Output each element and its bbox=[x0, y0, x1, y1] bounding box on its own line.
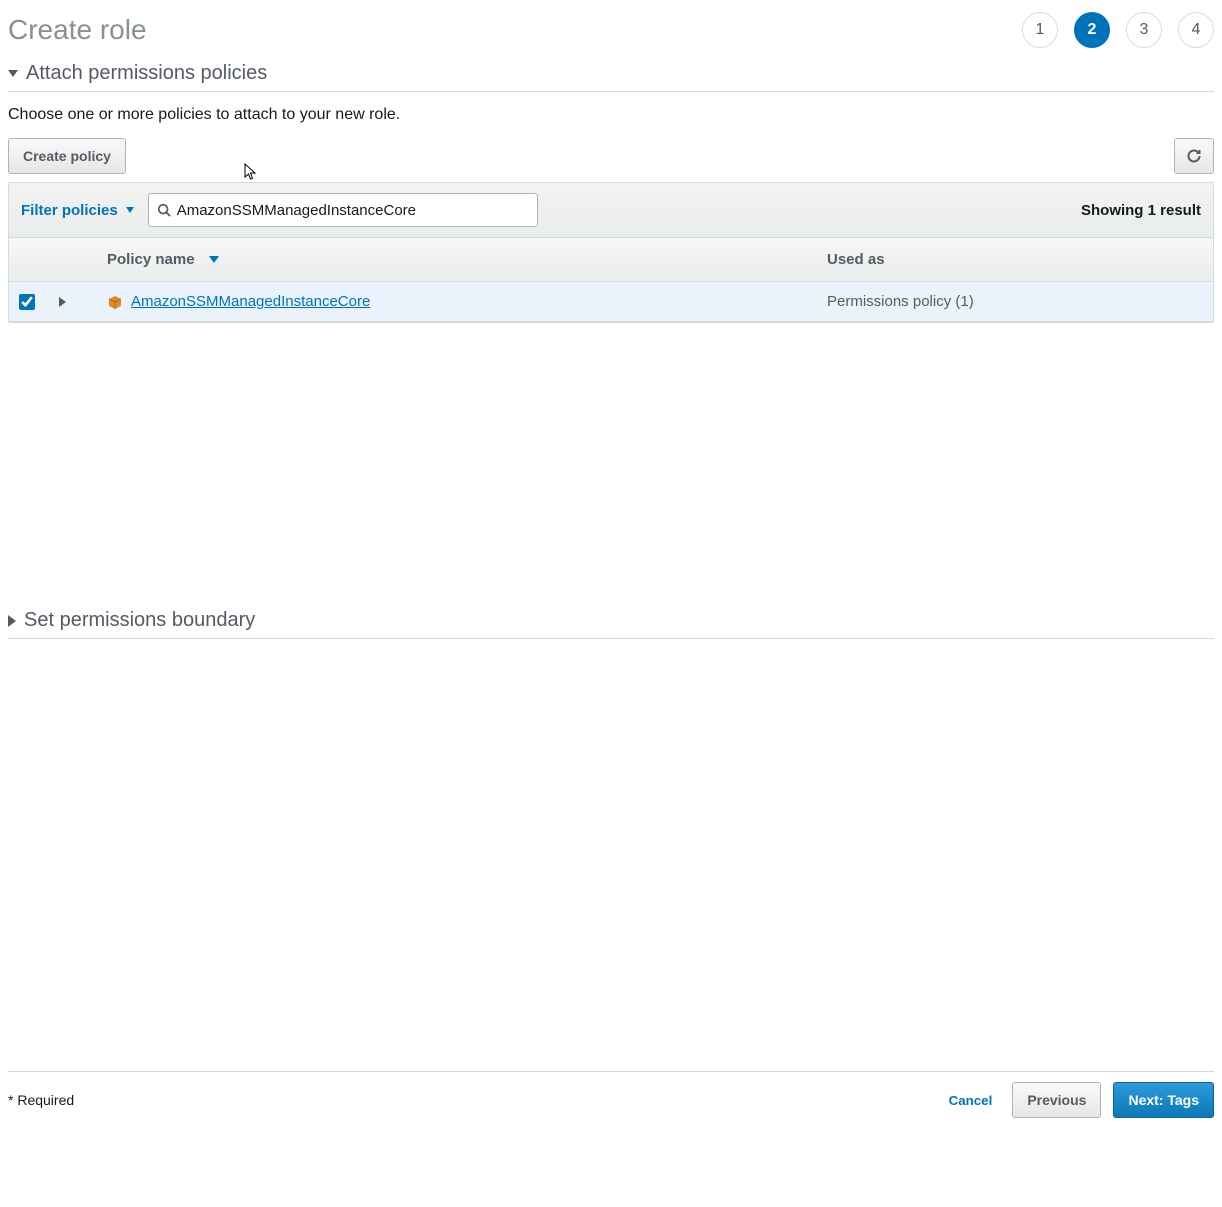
attach-permissions-title: Attach permissions policies bbox=[26, 62, 267, 85]
caret-right-icon bbox=[8, 615, 16, 627]
result-count: Showing 1 result bbox=[1081, 202, 1201, 219]
search-input[interactable] bbox=[171, 202, 529, 219]
required-label: * Required bbox=[8, 1092, 74, 1108]
permissions-boundary-header[interactable]: Set permissions boundary bbox=[8, 603, 1214, 639]
policy-name-link[interactable]: AmazonSSMManagedInstanceCore bbox=[131, 293, 370, 310]
step-1[interactable]: 1 bbox=[1022, 12, 1058, 48]
policy-box-icon bbox=[107, 294, 123, 310]
table-row[interactable]: AmazonSSMManagedInstanceCore Permissions… bbox=[9, 282, 1213, 322]
refresh-icon bbox=[1186, 148, 1202, 164]
col-policy-name[interactable]: Policy name bbox=[97, 251, 817, 268]
create-policy-button[interactable]: Create policy bbox=[8, 138, 126, 174]
used-as-cell: Permissions policy (1) bbox=[817, 293, 1213, 310]
cancel-button[interactable]: Cancel bbox=[941, 1093, 1001, 1108]
refresh-button[interactable] bbox=[1174, 138, 1214, 174]
search-icon bbox=[157, 203, 171, 217]
wizard-steps: 1 2 3 4 bbox=[1022, 12, 1214, 48]
expand-row-icon[interactable] bbox=[59, 297, 66, 307]
col-policy-name-label: Policy name bbox=[107, 251, 195, 268]
row-checkbox[interactable] bbox=[19, 294, 35, 310]
attach-permissions-header[interactable]: Attach permissions policies bbox=[8, 56, 1214, 92]
col-used-as[interactable]: Used as bbox=[817, 251, 1213, 268]
step-2[interactable]: 2 bbox=[1074, 12, 1110, 48]
next-tags-button[interactable]: Next: Tags bbox=[1113, 1082, 1214, 1118]
step-3[interactable]: 3 bbox=[1126, 12, 1162, 48]
policies-table: Filter policies Showing 1 result Policy … bbox=[8, 182, 1214, 323]
filter-policies-link[interactable]: Filter policies bbox=[21, 202, 134, 219]
page-title: Create role bbox=[8, 14, 147, 46]
filter-label: Filter policies bbox=[21, 202, 118, 219]
caret-down-icon bbox=[8, 70, 18, 77]
step-4[interactable]: 4 bbox=[1178, 12, 1214, 48]
search-input-wrap[interactable] bbox=[148, 193, 538, 227]
attach-description: Choose one or more policies to attach to… bbox=[8, 92, 1214, 138]
chevron-down-icon bbox=[126, 207, 134, 213]
permissions-boundary-title: Set permissions boundary bbox=[24, 609, 255, 632]
previous-button[interactable]: Previous bbox=[1012, 1082, 1101, 1118]
sort-down-icon bbox=[209, 256, 219, 263]
table-header: Policy name Used as bbox=[9, 238, 1213, 282]
